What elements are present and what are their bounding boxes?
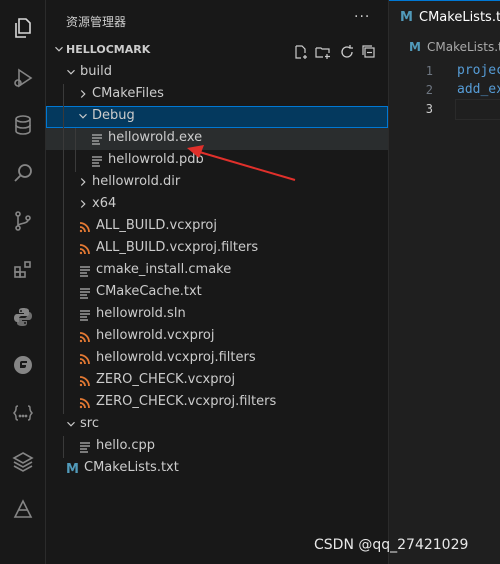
file-hellowrold-pdb[interactable]: hellowrold.pdb (46, 150, 388, 172)
folder-hellowrold-dir[interactable]: hellowrold.dir (46, 172, 388, 194)
rss-file-icon (78, 220, 92, 234)
file-all-build-vcxproj[interactable]: ALL_BUILD.vcxproj (46, 216, 388, 238)
breadcrumb: M CMakeLists.txt (389, 35, 500, 59)
tree-item-label: cmake_install.cmake (96, 262, 232, 277)
text-file-icon (78, 286, 92, 300)
workspace-root-label: HELLOCMARK (66, 43, 151, 56)
tree-item-label: build (80, 64, 112, 79)
file-hellowrold-exe[interactable]: hellowrold.exe (46, 128, 388, 150)
tree-item-label: CMakeFiles (92, 86, 164, 101)
refresh-icon[interactable] (338, 43, 356, 61)
file-cmakecache-txt[interactable]: CMakeCache.txt (46, 282, 388, 304)
watermark: CSDN @qq_27421029 (314, 537, 469, 553)
more-actions-icon[interactable]: ··· (354, 9, 370, 25)
tree-item-label: hellowrold.vcxproj.filters (96, 350, 256, 365)
file-hello-cpp[interactable]: hello.cpp (46, 436, 388, 458)
tree-item-label: ALL_BUILD.vcxproj.filters (96, 240, 259, 255)
folder-build[interactable]: build (46, 62, 388, 84)
chevron-right-icon (76, 175, 90, 189)
file-cmake-install-cmake[interactable]: cmake_install.cmake (46, 260, 388, 282)
file-hellowrold-vcxproj-filters[interactable]: hellowrold.vcxproj.filters (46, 348, 388, 370)
tree-item-label: CMakeCache.txt (96, 284, 202, 299)
breadcrumb-file[interactable]: CMakeLists.txt (427, 40, 500, 54)
explorer-icon[interactable] (0, 10, 45, 46)
tree-item-label: ALL_BUILD.vcxproj (96, 218, 217, 233)
tree-item-label: src (80, 416, 99, 431)
activity-bar (0, 0, 46, 564)
file-cmakelists-txt[interactable]: M CMakeLists.txt (46, 458, 388, 480)
chevron-down-icon (64, 417, 78, 431)
explorer-header: 资源管理器 ··· (46, 0, 388, 38)
code-line[interactable]: add_ex (457, 82, 500, 97)
rss-file-icon (78, 330, 92, 344)
tree-item-label: hellowrold.vcxproj (96, 328, 215, 343)
indent-guide (63, 436, 64, 458)
text-file-icon (78, 264, 92, 278)
tree-item-label: Debug (92, 108, 135, 123)
indent-guide (63, 84, 64, 414)
layers-icon[interactable] (0, 443, 45, 479)
deploy-icon[interactable] (0, 491, 45, 527)
file-zero-check-vcxproj-filters[interactable]: ZERO_CHECK.vcxproj.filters (46, 392, 388, 414)
folder-cmakefiles[interactable]: CMakeFiles (46, 84, 388, 106)
chevron-down-icon (76, 109, 90, 123)
folder-x64[interactable]: x64 (46, 194, 388, 216)
folder-src[interactable]: src (46, 414, 388, 436)
current-line-highlight (455, 99, 500, 120)
code-line[interactable]: projec (457, 63, 500, 78)
text-file-icon (90, 154, 104, 168)
tree-item-label: hellowrold.dir (92, 174, 181, 189)
database-icon[interactable] (0, 107, 45, 143)
line-number: 1 (425, 64, 433, 78)
rss-file-icon (78, 242, 92, 256)
new-file-icon[interactable] (292, 43, 310, 61)
explorer-panel: 资源管理器 ··· HELLOCMARK build CMakeFiles Debu… (46, 0, 388, 564)
extensions-icon[interactable] (0, 251, 45, 287)
source-control-icon[interactable] (0, 203, 45, 239)
tree-item-label: ZERO_CHECK.vcxproj.filters (96, 394, 277, 409)
editor-area: M CMakeLists.txt M CMakeLists.txt 1 proj… (388, 0, 500, 564)
text-file-icon (90, 132, 104, 146)
chevron-down-icon (52, 42, 66, 56)
tree-item-label: ZERO_CHECK.vcxproj (96, 372, 236, 387)
indent-guide (75, 128, 76, 172)
line-number: 3 (425, 102, 433, 116)
collapse-all-icon[interactable] (360, 43, 378, 61)
python-icon[interactable] (0, 299, 45, 335)
new-folder-icon[interactable] (314, 43, 332, 61)
tab-cmakelists[interactable]: M CMakeLists.txt (389, 0, 500, 36)
cmake-file-icon: M (409, 40, 421, 54)
cmake-file-icon: M (400, 10, 413, 25)
run-debug-icon[interactable] (0, 60, 45, 96)
folder-debug[interactable]: Debug (46, 106, 388, 128)
tree-item-label: hello.cpp (96, 438, 155, 453)
file-all-build-vcxproj-filters[interactable]: ALL_BUILD.vcxproj.filters (46, 238, 388, 260)
tab-label: CMakeLists.txt (419, 10, 500, 25)
text-file-icon (78, 440, 92, 454)
rss-file-icon (78, 352, 92, 366)
chevron-right-icon (76, 197, 90, 211)
chevron-right-icon (76, 87, 90, 101)
search-icon[interactable] (0, 155, 45, 191)
tree-item-label: hellowrold.exe (108, 130, 203, 145)
file-hellowrold-sln[interactable]: hellowrold.sln (46, 304, 388, 326)
file-hellowrold-vcxproj[interactable]: hellowrold.vcxproj (46, 326, 388, 348)
tree-item-label: hellowrold.pdb (108, 152, 204, 167)
rss-file-icon (78, 374, 92, 388)
tree-item-label: x64 (92, 196, 117, 211)
cmake-file-icon: M (66, 462, 79, 477)
line-number: 2 (425, 83, 433, 97)
folder-actions (292, 43, 382, 61)
tree-item-label: CMakeLists.txt (84, 460, 179, 475)
gitee-icon[interactable] (0, 347, 45, 383)
file-zero-check-vcxproj[interactable]: ZERO_CHECK.vcxproj (46, 370, 388, 392)
text-file-icon (78, 308, 92, 322)
json-braces-icon[interactable] (0, 395, 45, 431)
explorer-title: 资源管理器 (66, 15, 127, 29)
chevron-down-icon (64, 65, 78, 79)
rss-file-icon (78, 396, 92, 410)
tree-item-label: hellowrold.sln (96, 306, 186, 321)
